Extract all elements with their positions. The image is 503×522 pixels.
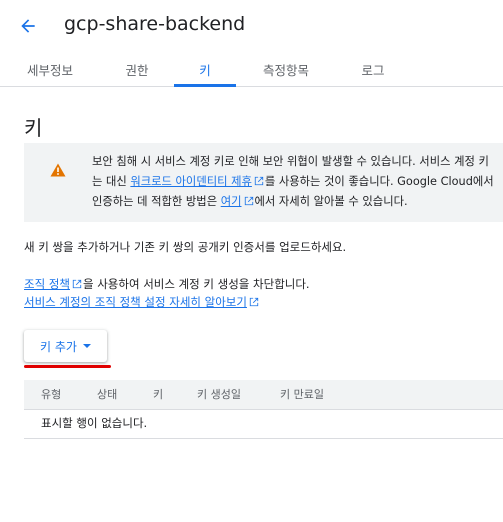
add-key-button[interactable]: 키 추가 [24,330,107,362]
empty-table-message: 표시할 행이 없습니다. [41,416,148,430]
column-header-key[interactable]: 키 [153,380,163,410]
tab-logs[interactable]: 로그 [350,52,396,87]
external-link-icon [254,176,264,186]
external-link-icon [244,196,253,206]
warning-text: 보안 침해 시 서비스 계정 키로 인해 보안 위협이 발생할 수 있습니다. … [92,152,503,212]
tab-metrics[interactable]: 측정항목 [255,52,317,87]
policy-text: 을 사용하여 서비스 계정 키 생성을 차단합니다. [82,277,310,291]
keys-description: 새 키 쌍을 추가하거나 기존 키 쌍의 공개키 인증서를 업로드하세요. [24,240,347,254]
warning-line-2: 는 대신 워크로드 아이덴티티 제휴 를 사용하는 것이 좋습니다. Google… [92,172,503,192]
learn-more-here-link[interactable]: 여기 [221,195,242,208]
tab-keys[interactable]: 키 [174,52,236,87]
page: gcp-share-backend 세부정보 권한 키 측정항목 로그 키 보안… [0,0,503,522]
section-title: 키 [24,116,43,140]
policy-line-2: 서비스 계정의 조직 정책 설정 자세히 알아보기 [24,293,310,311]
warning-text-segment: 를 사용하는 것이 좋습니다. Google Cloud에서 [264,175,494,188]
add-key-label: 키 추가 [40,339,77,354]
tab-bar: 세부정보 권한 키 측정항목 로그 [0,52,503,87]
column-header-type[interactable]: 유형 [41,380,61,410]
column-header-status[interactable]: 상태 [97,380,117,410]
warning-line-3: 인증하는 데 적합한 방법은 여기 에서 자세히 알아볼 수 있습니다. [92,192,503,212]
policy-line-1: 조직 정책 을 사용하여 서비스 계정 키 생성을 차단합니다. [24,275,310,293]
warning-line-1: 보안 침해 시 서비스 계정 키로 인해 보안 위협이 발생할 수 있습니다. … [92,155,489,168]
warning-icon [50,163,66,177]
dropdown-caret-icon [82,344,91,348]
external-link-icon [249,297,259,307]
warning-text-segment: 에서 자세히 알아볼 수 있습니다. [254,195,408,208]
workload-identity-link[interactable]: 워크로드 아이덴티티 제휴 [130,175,252,188]
org-policy-learn-more-link[interactable]: 서비스 계정의 조직 정책 설정 자세히 알아보기 [24,295,247,309]
warning-banner: 보안 침해 시 서비스 계정 키로 인해 보안 위협이 발생할 수 있습니다. … [24,143,503,222]
keys-table-header: 유형 상태 키 키 생성일 키 만료일 [24,380,503,410]
header: gcp-share-backend [0,0,503,52]
org-policy-link[interactable]: 조직 정책 [24,277,70,291]
warning-text-segment: 인증하는 데 적합한 방법은 [92,195,221,208]
table-empty-row: 표시할 행이 없습니다. [24,410,503,439]
arrow-back-icon [21,19,35,33]
back-button[interactable] [14,12,42,40]
external-link-icon [72,279,82,289]
column-header-expires[interactable]: 키 만료일 [280,380,324,410]
column-header-created[interactable]: 키 생성일 [197,380,241,410]
tab-details[interactable]: 세부정보 [22,52,78,87]
highlight-underline [24,365,111,368]
warning-text-segment: 는 대신 [92,175,131,188]
tab-permissions[interactable]: 권한 [114,52,160,87]
active-tab-indicator [174,84,236,87]
page-title: gcp-share-backend [64,13,246,35]
policy-info: 조직 정책 을 사용하여 서비스 계정 키 생성을 차단합니다. 서비스 계정의 … [24,275,310,311]
